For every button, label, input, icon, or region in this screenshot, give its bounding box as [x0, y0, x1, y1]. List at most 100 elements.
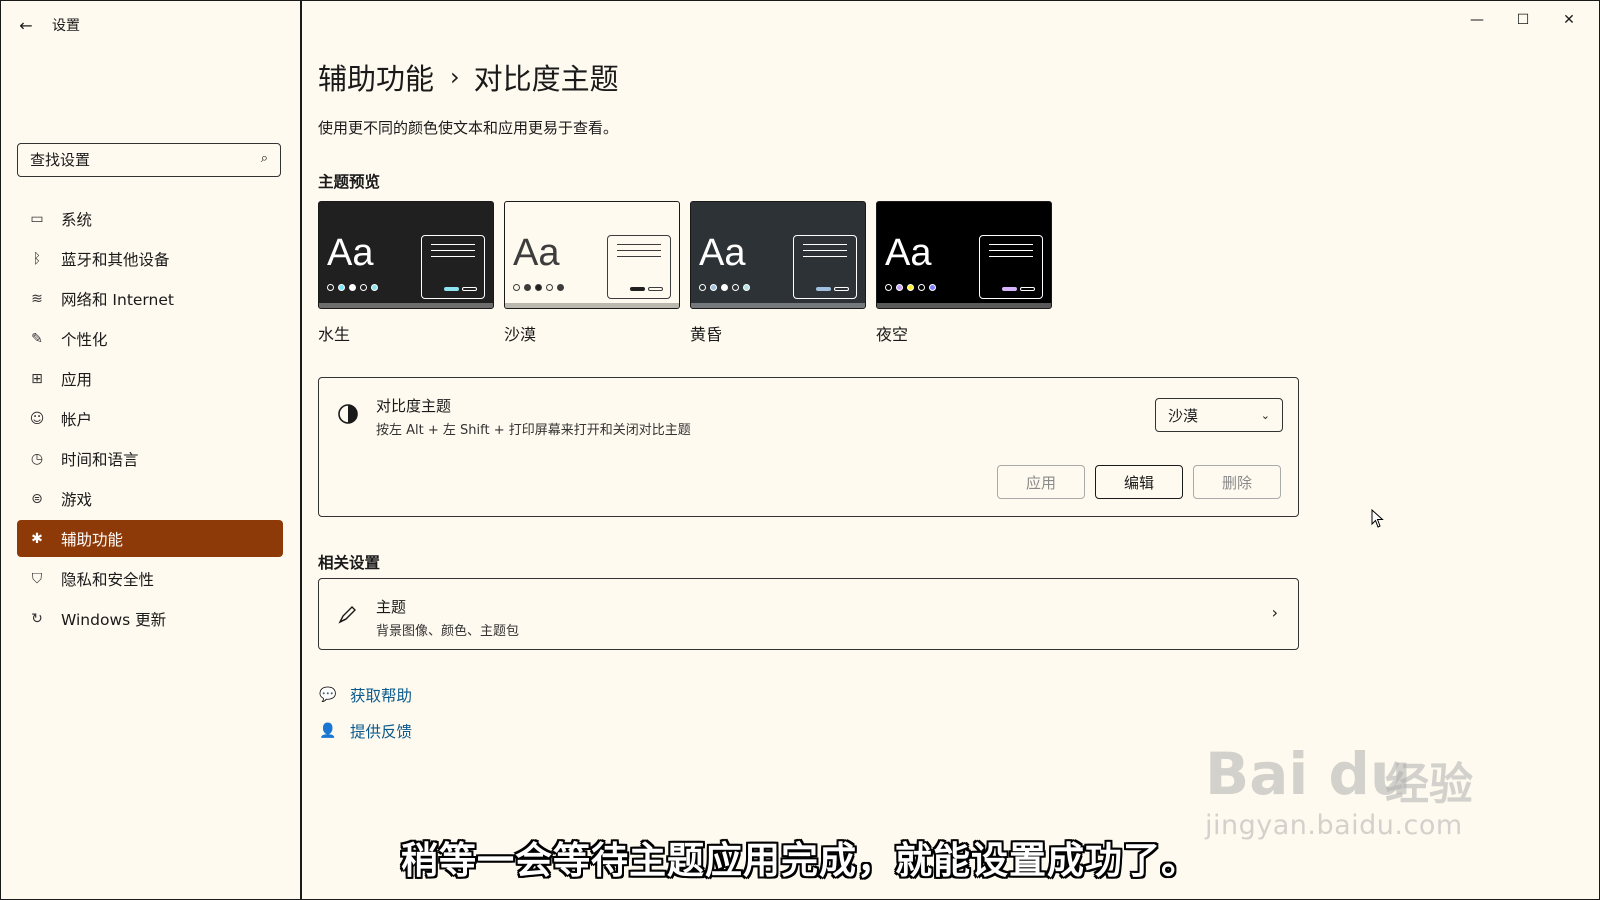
chevron-down-icon: ⌄	[1260, 408, 1270, 422]
sidebar-item-2[interactable]: ≋ 网络和 Internet	[17, 280, 283, 317]
mouse-cursor-icon	[1371, 508, 1385, 533]
theme-color-dot	[732, 284, 739, 291]
preview-text-line	[803, 250, 847, 251]
theme-option-0[interactable]: Aa 水生	[318, 201, 494, 345]
theme-name: 沙漠	[504, 325, 537, 344]
dropdown-value: 沙漠	[1168, 406, 1199, 425]
sidebar-nav: ▭ 系统 ᛒ 蓝牙和其他设备 ≋ 网络和 Internet ✎ 个性化 ⊞ 应用 ☺ 帐户 ◷ 时间和语言…	[17, 200, 283, 640]
preview-text-line	[617, 244, 661, 245]
preview-text-line	[431, 256, 475, 257]
breadcrumb-separator-icon: ›	[450, 63, 460, 91]
theme-preview-sample: Aa	[327, 232, 374, 274]
themes-link-card[interactable]: 主题 背景图像、颜色、主题包 ›	[318, 578, 1299, 650]
apps-icon: ⊞	[31, 370, 43, 387]
theme-color-dots	[513, 284, 568, 291]
preview-button-secondary	[648, 287, 663, 291]
theme-taskbar-preview	[505, 303, 679, 308]
breadcrumb-parent[interactable]: 辅助功能	[318, 56, 434, 98]
sidebar-item-label: 应用	[61, 370, 93, 389]
sidebar-item-label: Windows 更新	[61, 610, 167, 629]
sidebar-item-0[interactable]: ▭ 系统	[17, 200, 283, 237]
contrast-theme-title: 对比度主题	[376, 397, 452, 415]
theme-color-dot	[327, 284, 334, 291]
theme-option-2[interactable]: Aa 黄昏	[690, 201, 866, 345]
feedback-link[interactable]: 👤 提供反馈	[318, 720, 412, 742]
back-arrow-icon[interactable]: ←	[14, 13, 38, 37]
sidebar-item-1[interactable]: ᛒ 蓝牙和其他设备	[17, 240, 283, 277]
preview-section-label: 主题预览	[318, 173, 381, 191]
sidebar-item-6[interactable]: ◷ 时间和语言	[17, 440, 283, 477]
sidebar-item-7[interactable]: ⊜ 游戏	[17, 480, 283, 517]
preview-text-line	[803, 256, 847, 257]
theme-option-3[interactable]: Aa 夜空	[876, 201, 1052, 345]
theme-window-preview	[607, 235, 671, 299]
theme-name: 水生	[318, 325, 351, 344]
watermark-logo: Bai du	[1205, 740, 1412, 808]
preview-button-secondary	[1020, 287, 1035, 291]
sidebar-item-4[interactable]: ⊞ 应用	[17, 360, 283, 397]
theme-color-dot	[360, 284, 367, 291]
theme-color-dot	[929, 284, 936, 291]
person-icon: ☺	[29, 410, 45, 427]
get-help-link[interactable]: 💬 获取帮助	[318, 684, 412, 706]
sidebar-item-3[interactable]: ✎ 个性化	[17, 320, 283, 357]
wifi-icon: ≋	[31, 290, 43, 307]
sidebar-item-label: 系统	[61, 210, 93, 229]
delete-button[interactable]: 删除	[1193, 465, 1281, 499]
theme-window-preview	[421, 235, 485, 299]
themes-subtitle: 背景图像、颜色、主题包	[376, 624, 520, 639]
sidebar-item-10[interactable]: ↻ Windows 更新	[17, 600, 283, 637]
theme-option-1[interactable]: Aa 沙漠	[504, 201, 680, 345]
theme-color-dot	[721, 284, 728, 291]
theme-color-dots	[699, 284, 754, 291]
preview-button-primary	[1002, 287, 1017, 291]
theme-color-dot	[513, 284, 520, 291]
gamepad-icon: ⊜	[31, 490, 43, 507]
get-help-label: 获取帮助	[350, 687, 413, 705]
theme-color-dot	[885, 284, 892, 291]
theme-color-dot	[918, 284, 925, 291]
theme-preview-sample: Aa	[699, 232, 746, 274]
theme-taskbar-preview	[691, 303, 865, 308]
contrast-theme-dropdown[interactable]: 沙漠 ⌄	[1155, 398, 1283, 432]
sidebar-item-9[interactable]: ⛉ 隐私和安全性	[17, 560, 283, 597]
app-title: 设置	[52, 18, 80, 34]
help-icon: 💬	[319, 687, 337, 703]
sidebar-item-5[interactable]: ☺ 帐户	[17, 400, 283, 437]
sidebar-item-8[interactable]: ✱ 辅助功能	[17, 520, 283, 557]
contrast-theme-shortcut: 按左 Alt + 左 Shift + 打印屏幕来打开和关闭对比主题	[376, 423, 691, 438]
apply-button[interactable]: 应用	[997, 465, 1085, 499]
edit-button[interactable]: 编辑	[1095, 465, 1183, 499]
preview-text-line	[431, 250, 475, 251]
theme-taskbar-preview	[877, 303, 1051, 308]
preview-text-line	[989, 244, 1033, 245]
preview-text-line	[989, 256, 1033, 257]
contrast-theme-card: 对比度主题 按左 Alt + 左 Shift + 打印屏幕来打开和关闭对比主题 …	[318, 377, 1299, 517]
preview-text-line	[617, 250, 661, 251]
theme-preview: Aa	[876, 201, 1052, 309]
preview-text-line	[989, 250, 1033, 251]
theme-color-dot	[907, 284, 914, 291]
theme-color-dot	[743, 284, 750, 291]
theme-window-preview	[979, 235, 1043, 299]
theme-color-dot	[896, 284, 903, 291]
preview-text-line	[617, 256, 661, 257]
breadcrumb: 辅助功能 › 对比度主题	[318, 56, 619, 98]
themes-title: 主题	[376, 598, 407, 616]
search-box[interactable]: ⌕	[17, 143, 281, 177]
sidebar-item-label: 游戏	[61, 490, 93, 509]
clock-language-icon: ◷	[30, 450, 44, 467]
theme-preview-list: Aa 水生 Aa 沙漠 Aa 黄昏 Aa 夜空	[318, 201, 1062, 345]
bluetooth-icon: ᛒ	[32, 250, 42, 267]
page-title: 对比度主题	[473, 62, 619, 96]
search-input[interactable]	[28, 150, 247, 170]
brush-icon: ✎	[31, 330, 43, 347]
watermark-text: 经验	[1385, 759, 1473, 810]
preview-text-line	[431, 244, 475, 245]
feedback-icon: 👤	[319, 723, 337, 739]
theme-color-dot	[699, 284, 706, 291]
contrast-icon	[337, 403, 359, 429]
search-icon[interactable]: ⌕	[261, 151, 268, 166]
monitor-icon: ▭	[30, 210, 44, 227]
theme-preview: Aa	[318, 201, 494, 309]
